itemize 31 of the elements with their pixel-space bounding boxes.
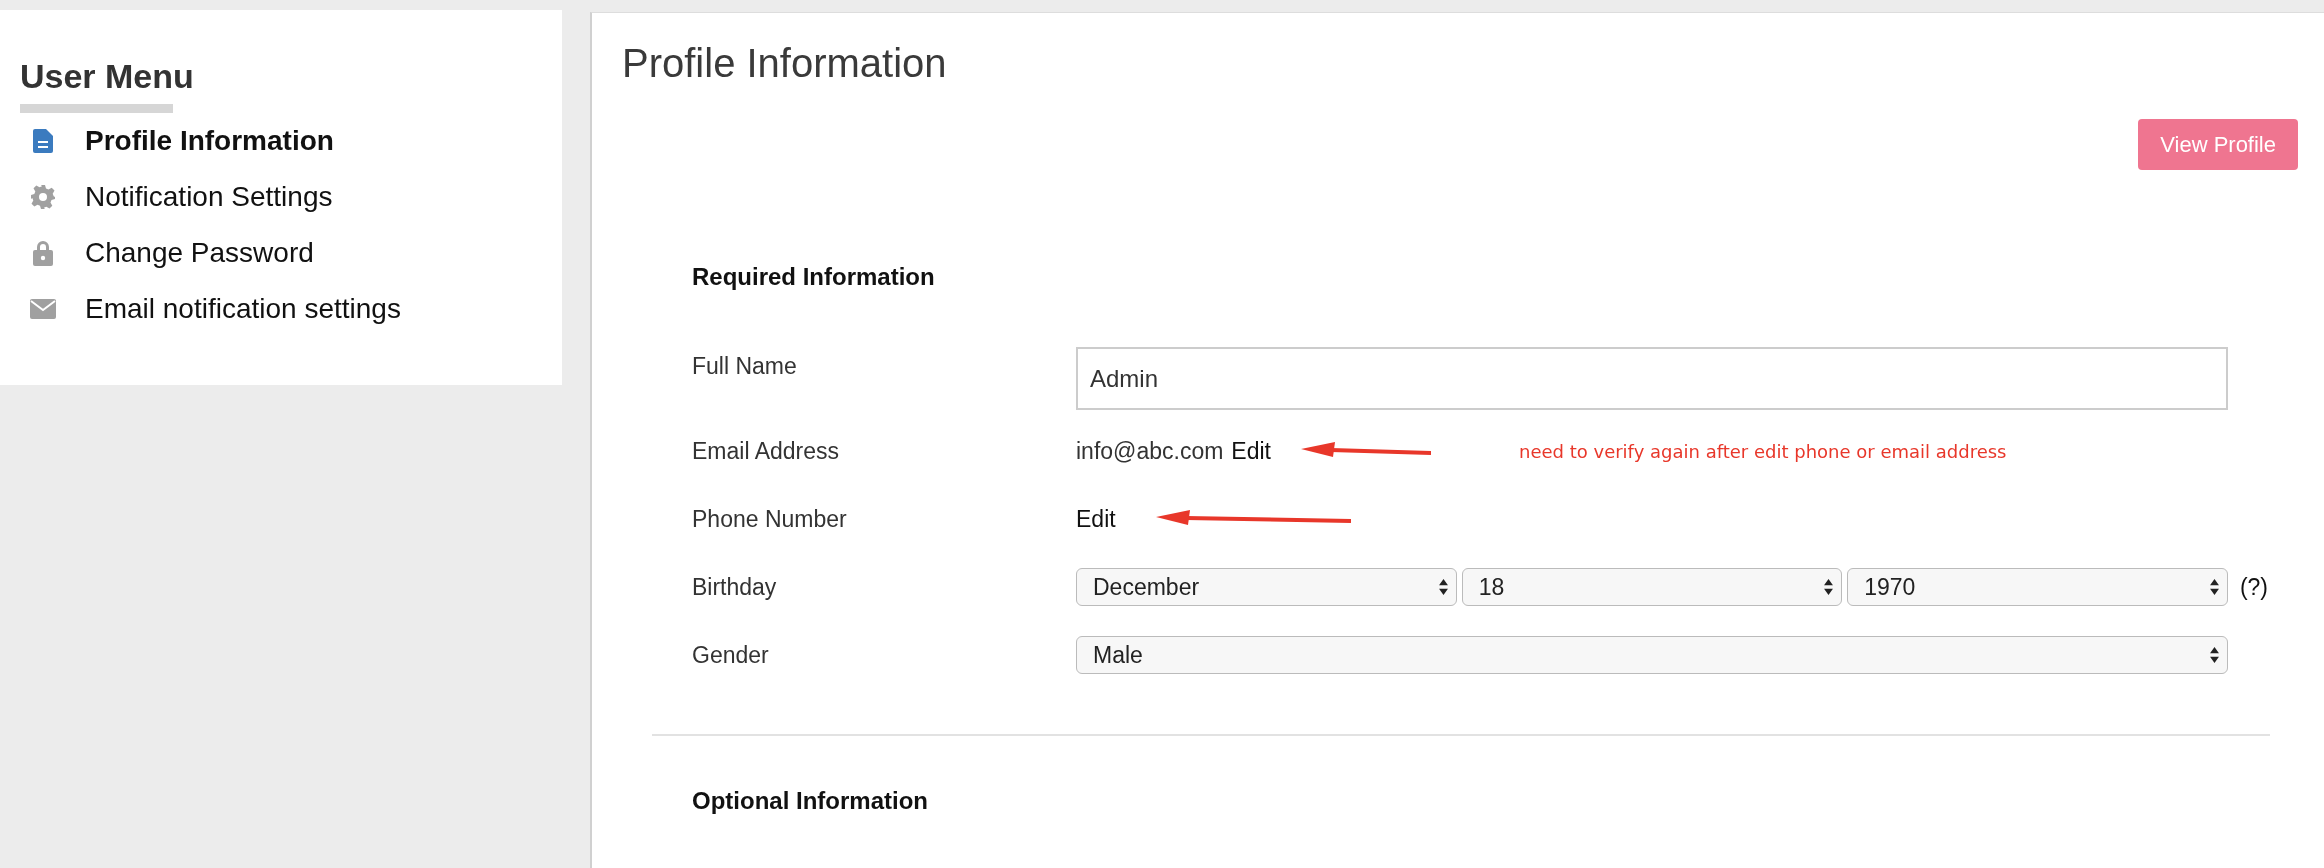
dropdown[interactable]: Male <box>1076 636 2228 674</box>
sidebar-item[interactable]: Email notification settings <box>20 281 542 337</box>
field-label: Full Name <box>692 352 798 380</box>
sidebar-item[interactable]: Notification Settings <box>20 169 542 225</box>
up-down-caret-icon <box>2209 579 2219 595</box>
dropdown[interactable]: 1970 <box>1847 568 2228 606</box>
up-down-caret-icon <box>2210 647 2219 663</box>
dropdown[interactable]: 18 <box>1461 568 1843 606</box>
lock-icon <box>33 240 53 266</box>
document-icon <box>33 129 53 153</box>
section-heading: Optional Information <box>692 786 929 816</box>
up-down-caret-icon <box>1438 579 1448 595</box>
full-name-input[interactable]: Admin <box>1076 347 2228 410</box>
sidebar-title: User Menu <box>20 56 195 96</box>
up-down-caret-icon <box>1824 579 1834 595</box>
field-label: Phone Number <box>692 505 848 533</box>
annotation-note: need to verify again after edit phone or email address <box>1519 440 2007 462</box>
email-value: info@abc.com <box>1076 437 1224 465</box>
page-title: Profile Information <box>622 40 948 87</box>
sidebar-item[interactable]: Profile Information <box>20 113 542 169</box>
sidebar-item[interactable]: Change Password <box>20 225 542 281</box>
envelope-icon <box>30 299 56 319</box>
edit-link[interactable]: Edit <box>1076 505 1116 533</box>
section-heading: Required Information <box>692 262 936 292</box>
edit-link[interactable]: Edit <box>1231 437 1271 465</box>
field-label: Email Address <box>692 437 840 465</box>
field-label: Gender <box>692 641 770 669</box>
help-link[interactable]: (?) <box>2239 573 2268 601</box>
field-label: Birthday <box>692 573 778 601</box>
dropdown[interactable]: December <box>1076 568 1457 606</box>
gear-icon <box>31 185 55 209</box>
